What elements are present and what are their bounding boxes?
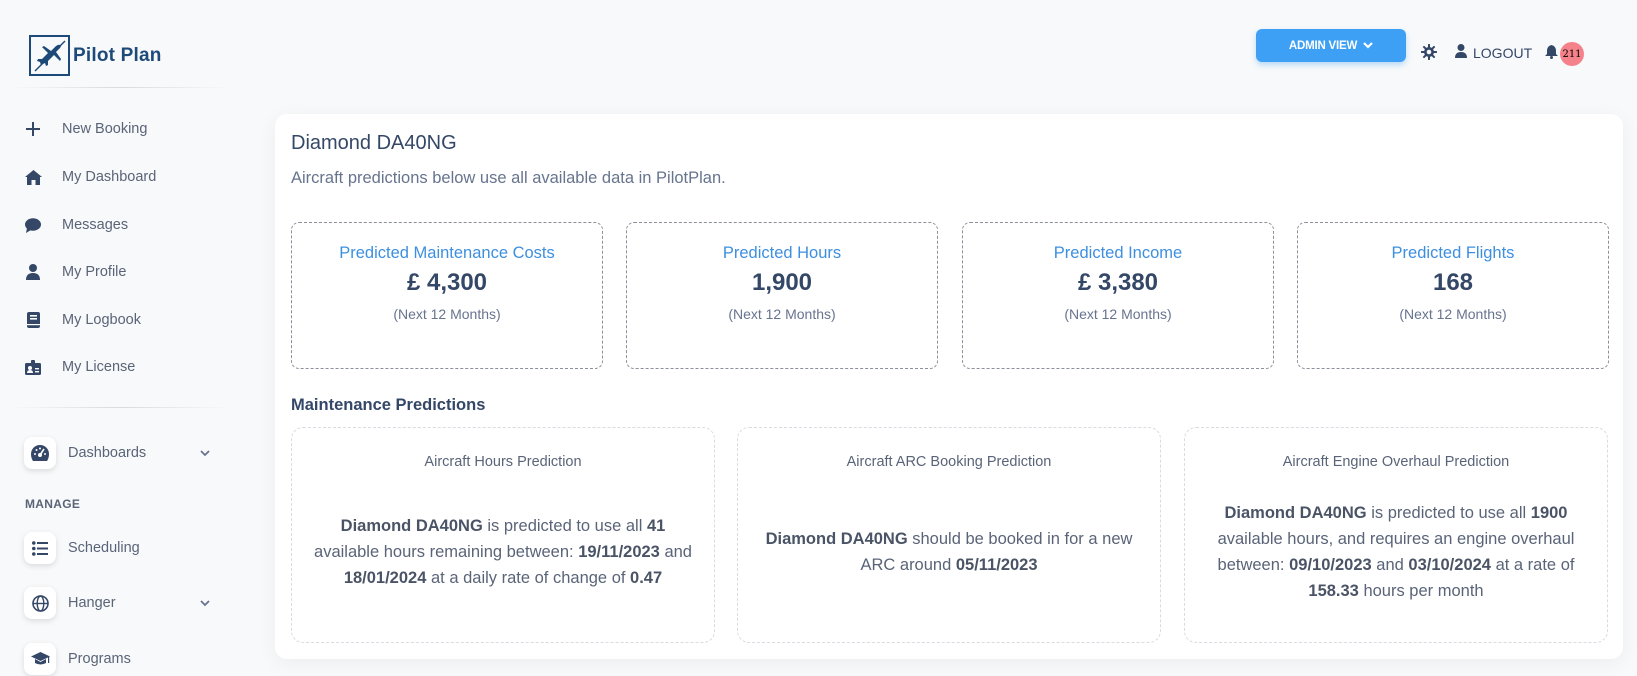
page-title: Diamond DA40NG [291,132,457,154]
stat-card-flights: Predicted Flights 168 (Next 12 Months) [1297,222,1609,369]
prediction-title: Aircraft Hours Prediction [424,454,582,470]
stat-value: £ 4,300 [406,269,488,296]
user-icon [24,263,42,281]
logout-label: LOGOUT [1473,44,1533,61]
sidebar-divider [10,87,230,88]
home-icon [24,168,42,186]
prediction-text: Diamond DA40NG is predicted to use all 4… [314,517,692,587]
sidebar-item-my-profile[interactable]: My Profile [24,260,126,284]
sidebar-item-label: My Dashboard [62,169,157,185]
sidebar-item-programs[interactable]: Programs [24,643,214,675]
speedometer-icon [24,437,56,469]
stat-label: Predicted Income [1053,244,1183,262]
sidebar-item-label: Programs [68,651,131,667]
stat-label: Predicted Flights [1391,244,1515,262]
chat-icon [24,216,42,234]
stat-value: 168 [1432,269,1474,296]
user-icon [1455,44,1467,61]
chevron-down-icon [200,445,210,461]
stat-period: (Next 12 Months) [728,306,836,322]
prediction-title: Aircraft Engine Overhaul Prediction [1282,454,1510,470]
prediction-text: Diamond DA40NG is predicted to use all 1… [1217,504,1575,600]
stat-value: £ 3,380 [1077,269,1159,296]
sidebar-item-my-dashboard[interactable]: My Dashboard [24,165,156,189]
stat-label: Predicted Hours [722,244,842,262]
prediction-card-engine-overhaul: Aircraft Engine Overhaul Prediction Diam… [1184,427,1608,643]
list-icon [24,532,56,564]
bell-icon[interactable] [1545,45,1558,64]
stat-label: Predicted Maintenance Costs [339,244,555,262]
stat-card-income: Predicted Income £ 3,380 (Next 12 Months… [962,222,1274,369]
sidebar-item-hanger[interactable]: Hanger [24,587,214,619]
prediction-card-hours: Aircraft Hours Prediction Diamond DA40NG… [291,427,715,643]
app-logo[interactable]: Pilot Plan [29,35,162,76]
sidebar-item-my-logbook[interactable]: My Logbook [24,308,141,332]
id-card-icon [24,358,42,376]
plus-icon [24,120,42,138]
sidebar-item-label: Scheduling [68,540,140,556]
sidebar-item-scheduling[interactable]: Scheduling [24,532,214,564]
sidebar-item-messages[interactable]: Messages [24,213,128,237]
plane-logo-icon [29,35,70,76]
stat-period: (Next 12 Months) [393,306,501,322]
sidebar-section-manage: MANAGE [25,497,81,511]
graduation-cap-icon [24,643,56,675]
stat-period: (Next 12 Months) [1399,306,1507,322]
admin-view-label: ADMIN VIEW [1288,39,1358,52]
stat-period: (Next 12 Months) [1064,306,1172,322]
chevron-down-icon [200,595,210,611]
sidebar: Pilot Plan New Booking My Dashboard Mess… [0,0,235,676]
sidebar-item-label: New Booking [62,121,148,137]
sidebar-item-new-booking[interactable]: New Booking [24,117,147,141]
maintenance-predictions-heading: Maintenance Predictions [291,396,486,414]
admin-view-dropdown[interactable]: ADMIN VIEW [1256,29,1406,62]
sidebar-item-label: My License [62,359,136,375]
sidebar-item-label: My Profile [62,264,127,280]
settings-gear-icon[interactable] [1421,44,1437,65]
prediction-text: Diamond DA40NG should be booked in for a… [765,530,1133,574]
prediction-card-arc-booking: Aircraft ARC Booking Prediction Diamond … [737,427,1161,643]
prediction-title: Aircraft ARC Booking Prediction [846,454,1052,470]
aircraft-predictions-card: Diamond DA40NG Aircraft predictions belo… [275,114,1623,659]
sidebar-item-label: Hanger [68,595,116,611]
logout-button[interactable]: LOGOUT [1455,44,1532,61]
sidebar-item-label: My Logbook [62,312,141,328]
sidebar-item-label: Dashboards [68,445,147,461]
stat-value: 1,900 [751,269,813,296]
sidebar-divider [10,407,230,408]
notification-count-badge[interactable]: 211 [1560,42,1584,66]
book-icon [24,311,42,329]
stat-card-maintenance-costs: Predicted Maintenance Costs £ 4,300 (Nex… [291,222,603,369]
sidebar-item-my-license[interactable]: My License [24,355,135,379]
page-subtitle: Aircraft predictions below use all avail… [291,169,726,187]
app-name: Pilot Plan [73,44,162,66]
globe-icon [24,587,56,619]
sidebar-item-dashboards[interactable]: Dashboards [24,437,214,469]
caret-down-icon [1363,40,1373,52]
stat-card-hours: Predicted Hours 1,900 (Next 12 Months) [626,222,938,369]
sidebar-item-label: Messages [62,217,129,233]
